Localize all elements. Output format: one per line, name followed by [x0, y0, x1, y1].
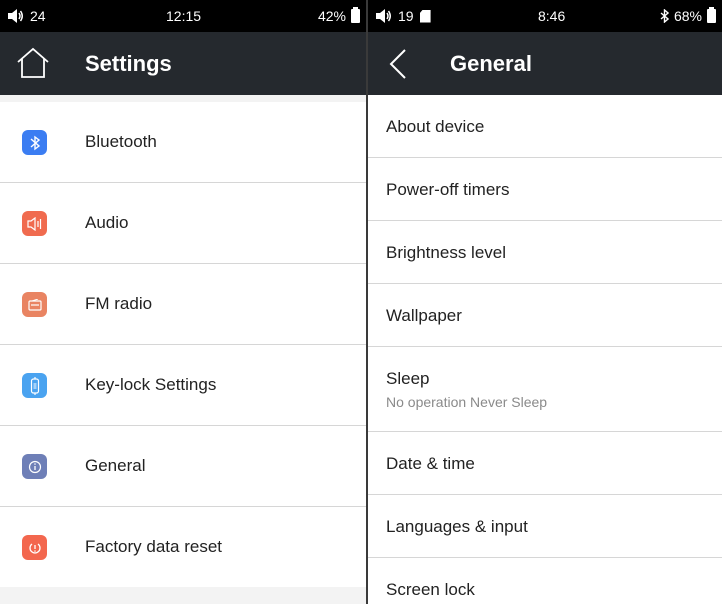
- app-bar: Settings: [0, 32, 366, 95]
- back-icon[interactable]: [388, 48, 408, 80]
- list-item-screen-lock[interactable]: Screen lock: [368, 558, 722, 604]
- list-item-label: About device: [386, 117, 485, 136]
- settings-item-audio[interactable]: Audio: [0, 183, 366, 264]
- volume-level: 24: [30, 8, 46, 24]
- list-item-about-device[interactable]: About device: [368, 95, 722, 158]
- speaker-icon: [22, 211, 47, 236]
- settings-item-label: Audio: [85, 213, 129, 232]
- list-item-label: Brightness level: [386, 243, 507, 262]
- list-item-wallpaper[interactable]: Wallpaper: [368, 284, 722, 347]
- settings-item-label: Factory data reset: [85, 537, 223, 556]
- list-item-languages-input[interactable]: Languages & input: [368, 495, 722, 558]
- list-item-label: Sleep: [386, 369, 430, 388]
- volume-level: 19: [398, 8, 414, 24]
- page-title: Settings: [85, 51, 172, 76]
- key-lock-icon: [22, 373, 47, 398]
- list-item-date-time[interactable]: Date & time: [368, 432, 722, 495]
- clock: 8:46: [538, 8, 566, 24]
- status-bar: 19 8:46 68%: [368, 0, 722, 32]
- info-icon: [22, 454, 47, 479]
- volume-icon: [8, 9, 23, 23]
- settings-item-label: General: [85, 456, 146, 475]
- status-bar: 24 12:15 42%: [0, 0, 366, 32]
- sd-card-icon: [419, 9, 431, 23]
- settings-item-label: FM radio: [85, 294, 153, 313]
- general-screen: 19 8:46 68% General About device Power-o…: [368, 0, 722, 604]
- bluetooth-icon: [22, 130, 47, 155]
- home-icon[interactable]: [16, 46, 50, 80]
- list-item-label: Screen lock: [386, 580, 475, 599]
- settings-item-bluetooth[interactable]: Bluetooth: [0, 102, 366, 183]
- app-bar: General: [368, 32, 722, 95]
- list-item-label: Power-off timers: [386, 180, 510, 199]
- bluetooth-status-icon: [660, 9, 669, 23]
- settings-item-label: Bluetooth: [85, 132, 157, 151]
- battery-percent: 68%: [673, 8, 702, 24]
- page-title: General: [450, 51, 532, 76]
- list-item-label: Languages & input: [386, 517, 528, 536]
- battery-percent: 42%: [317, 8, 346, 24]
- list-item-brightness-level[interactable]: Brightness level: [368, 221, 722, 284]
- reset-icon: [22, 535, 47, 560]
- settings-list: Bluetooth Audio FM radio Key-lock Settin…: [0, 102, 366, 587]
- general-settings-list: About device Power-off timers Brightness…: [368, 95, 722, 604]
- list-item-power-off-timers[interactable]: Power-off timers: [368, 158, 722, 221]
- settings-item-key-lock[interactable]: Key-lock Settings: [0, 345, 366, 426]
- clock: 12:15: [166, 8, 202, 24]
- settings-item-label: Key-lock Settings: [85, 375, 217, 394]
- volume-icon: [376, 9, 391, 23]
- battery-icon: [707, 7, 716, 23]
- list-item-sleep[interactable]: Sleep No operation Never Sleep: [368, 347, 722, 432]
- battery-icon: [351, 7, 360, 23]
- radio-icon: [22, 292, 47, 317]
- list-item-label: Date & time: [386, 454, 475, 473]
- settings-item-fm-radio[interactable]: FM radio: [0, 264, 366, 345]
- list-item-sublabel: No operation Never Sleep: [386, 394, 548, 410]
- settings-item-factory-reset[interactable]: Factory data reset: [0, 507, 366, 587]
- settings-item-general[interactable]: General: [0, 426, 366, 507]
- settings-screen: 24 12:15 42% Settings Bluetooth Audio FM…: [0, 0, 366, 604]
- list-item-label: Wallpaper: [386, 306, 462, 325]
